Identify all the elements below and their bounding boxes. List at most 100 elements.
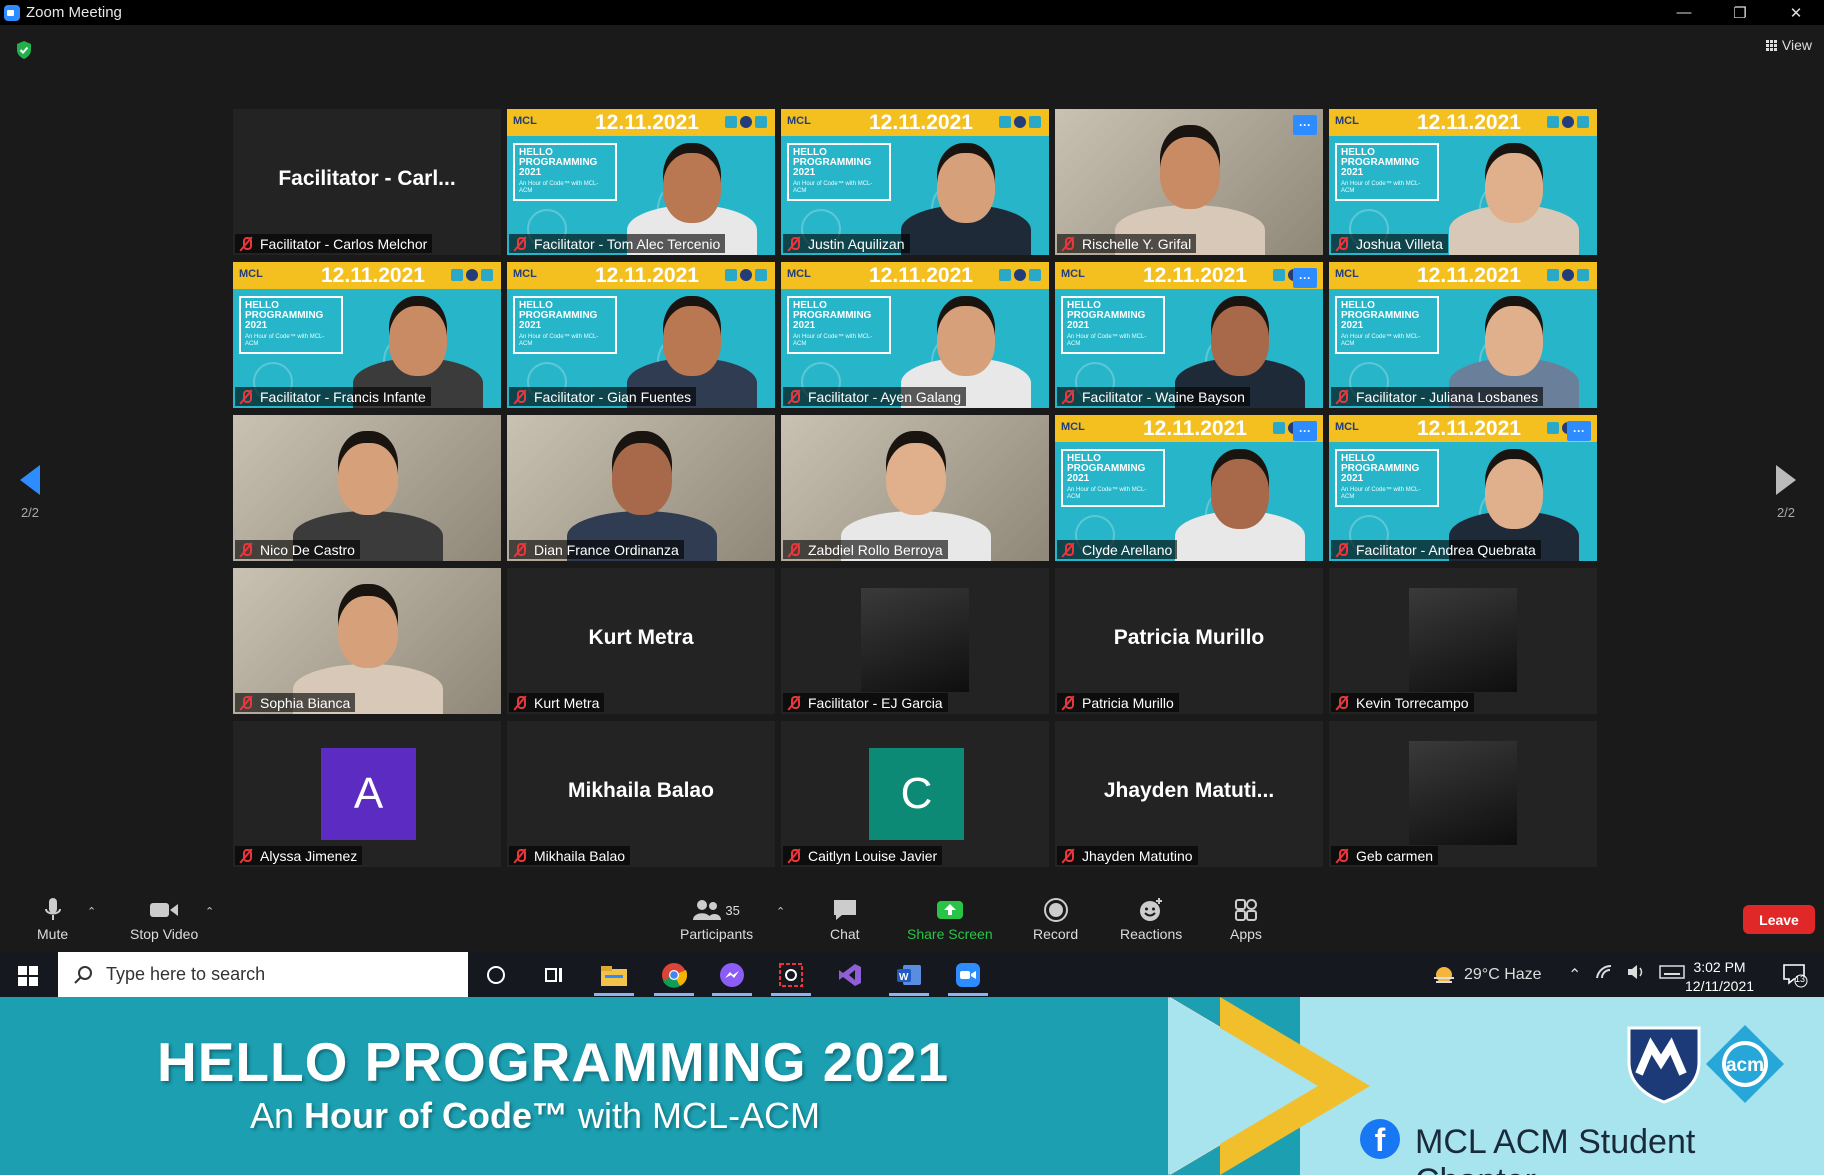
participants-label: Participants (680, 926, 754, 942)
stop-video-button[interactable]: Stop Video (130, 897, 198, 942)
participant-tile[interactable]: Kurt Metra Kurt Metra (507, 568, 775, 714)
participant-tile[interactable]: A Alyssa Jimenez (233, 721, 501, 867)
participant-tile[interactable]: Zabdiel Rollo Berroya (781, 415, 1049, 561)
apps-button[interactable]: Apps (1230, 897, 1262, 942)
share-screen-button[interactable]: Share Screen (907, 897, 993, 942)
banner-logos-icon (725, 269, 767, 281)
minimize-button[interactable]: — (1656, 0, 1712, 25)
participant-tile[interactable]: MCL 12.11.2021 HELLO PROGRAMMING 2021 An Hour… (1329, 262, 1597, 408)
next-page-button[interactable]: 2/2 (1776, 465, 1796, 520)
muted-microphone-icon (513, 389, 527, 405)
participant-tile[interactable]: Facilitator - Carl... Facilitator - Carlo… (233, 109, 501, 255)
previous-page-button[interactable]: 2/2 (20, 465, 40, 520)
muted-microphone-icon (513, 848, 527, 864)
participant-tile[interactable]: Patricia Murillo Patricia Murillo (1055, 568, 1323, 714)
participant-tile[interactable]: MCL 12.11.2021 HELLO PROGRAMMING 2021 An Hour… (1055, 262, 1323, 408)
participant-name: Nico De Castro (260, 541, 355, 558)
record-button[interactable]: Record (1033, 897, 1078, 942)
page-indicator-right: 2/2 (1776, 505, 1796, 520)
participant-tile[interactable]: Nico De Castro (233, 415, 501, 561)
participant-tile[interactable]: C Caitlyn Louise Javier (781, 721, 1049, 867)
messenger-icon[interactable] (718, 962, 746, 988)
participant-tile[interactable]: MCL 12.11.2021 HELLO PROGRAMMING 2021 An Hour… (1329, 415, 1597, 561)
participant-tile[interactable]: Geb carmen (1329, 721, 1597, 867)
participant-tile[interactable]: Jhayden Matuti... Jhayden Matutino (1055, 721, 1323, 867)
security-shield-icon[interactable] (15, 40, 33, 65)
participant-tile[interactable]: MCL 12.11.2021 HELLO PROGRAMMING 2021 An Hour… (1055, 415, 1323, 561)
system-clock[interactable]: 3:02 PM 12/11/2021 (1685, 958, 1754, 996)
participant-name-tag: Facilitator - Waine Bayson (1057, 387, 1250, 406)
mcl-logo: MCL (1335, 421, 1359, 433)
video-options-caret-icon[interactable]: ⌃ (205, 905, 214, 918)
participant-tile[interactable]: MCL 12.11.2021 HELLO PROGRAMMING 2021 An Hour… (507, 262, 775, 408)
window-controls: — ❐ ✕ (1656, 0, 1824, 25)
more-options-button[interactable]: ··· (1293, 115, 1317, 135)
facebook-icon: f (1360, 1119, 1400, 1159)
meeting-controls: Mute ⌃ Stop Video ⌃ 35 Participants ⌃ Ch… (0, 885, 1824, 952)
participant-display-name: Kurt Metra (588, 626, 694, 649)
participant-video (1155, 441, 1323, 561)
windows-start-icon[interactable] (18, 966, 38, 986)
restore-button[interactable]: ❐ (1712, 0, 1768, 25)
mcl-logo: MCL (513, 268, 537, 280)
tray-chevron-icon[interactable]: ⌃ (1568, 965, 1581, 985)
reactions-button[interactable]: Reactions (1120, 897, 1182, 942)
close-button[interactable]: ✕ (1768, 0, 1824, 25)
chat-button[interactable]: Chat (830, 897, 860, 942)
mute-button[interactable]: Mute (37, 897, 68, 942)
banner-date: 12.11.2021 (321, 264, 425, 287)
participant-name-tag: Caitlyn Louise Javier (783, 846, 943, 865)
mcl-shield-logo (1625, 1022, 1703, 1109)
participants-button[interactable]: 35 Participants (680, 897, 753, 942)
participant-name: Facilitator - Waine Bayson (1082, 388, 1245, 405)
mcl-logo: MCL (513, 115, 537, 127)
participant-tile[interactable]: MCL 12.11.2021 HELLO PROGRAMMING 2021 An Hour… (781, 262, 1049, 408)
participant-name: Facilitator - Juliana Losbanes (1356, 388, 1539, 405)
participant-tile[interactable]: Sophia Bianca (233, 568, 501, 714)
banner-date: 12.11.2021 (1417, 417, 1521, 440)
participant-tile[interactable]: Mikhaila Balao Mikhaila Balao (507, 721, 775, 867)
muted-microphone-icon (1061, 695, 1075, 711)
banner-title-box: HELLO PROGRAMMING 2021 An Hour of Code™ wit… (787, 296, 891, 354)
participant-tile[interactable]: Kevin Torrecampo (1329, 568, 1597, 714)
leave-button[interactable]: Leave (1743, 905, 1815, 934)
cortana-icon[interactable] (482, 962, 510, 988)
participant-name-tag: Geb carmen (1331, 846, 1439, 865)
banner-date: 12.11.2021 (595, 264, 699, 287)
participant-tile[interactable]: MCL 12.11.2021 HELLO PROGRAMMING 2021 An Hour… (507, 109, 775, 255)
participants-caret-icon[interactable]: ⌃ (776, 905, 785, 918)
word-icon[interactable]: W (895, 962, 923, 988)
volume-icon[interactable] (1627, 964, 1645, 985)
more-options-button[interactable]: ··· (1293, 268, 1317, 288)
mcl-logo: MCL (1335, 268, 1359, 280)
notifications-icon[interactable]: 13 (1781, 962, 1809, 988)
participant-name-tag: Joshua Villeta (1331, 234, 1448, 253)
participant-name: Jhayden Matutino (1082, 847, 1193, 864)
participant-tile[interactable]: MCL 12.11.2021 HELLO PROGRAMMING 2021 An Hour… (781, 109, 1049, 255)
chrome-icon[interactable] (660, 962, 688, 988)
participant-tile[interactable]: ··· Rischelle Y. Grifal (1055, 109, 1323, 255)
participant-tile[interactable]: Facilitator - EJ Garcia (781, 568, 1049, 714)
taskbar-search-input[interactable]: Type here to search (58, 952, 468, 997)
participant-display-name: Patricia Murillo (1113, 626, 1265, 649)
view-button[interactable]: View (1765, 37, 1812, 53)
participant-tile[interactable]: MCL 12.11.2021 HELLO PROGRAMMING 2021 An Hour… (1329, 109, 1597, 255)
zoom-taskbar-icon[interactable] (954, 962, 982, 988)
window-title: Zoom Meeting (26, 4, 122, 21)
task-view-icon[interactable] (540, 962, 568, 988)
audio-options-caret-icon[interactable]: ⌃ (87, 905, 96, 918)
banner-title-box: HELLO PROGRAMMING 2021 An Hour of Code™ wit… (1335, 296, 1439, 354)
participant-tile[interactable]: MCL 12.11.2021 HELLO PROGRAMMING 2021 An Hour… (233, 262, 501, 408)
weather-widget[interactable]: 29°C Haze (1432, 952, 1542, 997)
keyboard-icon[interactable] (1659, 964, 1686, 985)
snipping-tool-icon[interactable] (777, 962, 805, 988)
wifi-icon[interactable] (1595, 964, 1613, 985)
more-options-button[interactable]: ··· (1293, 421, 1317, 441)
participant-tile[interactable]: Dian France Ordinanza (507, 415, 775, 561)
banner-date: 12.11.2021 (1143, 264, 1247, 287)
more-options-button[interactable]: ··· (1567, 421, 1591, 441)
banner-logos-icon (999, 116, 1041, 128)
meeting-area: View 2/2 2/2 Facilitator - Carl... Facili… (0, 25, 1824, 885)
file-explorer-icon[interactable] (600, 962, 628, 988)
visual-studio-icon[interactable] (836, 962, 864, 988)
